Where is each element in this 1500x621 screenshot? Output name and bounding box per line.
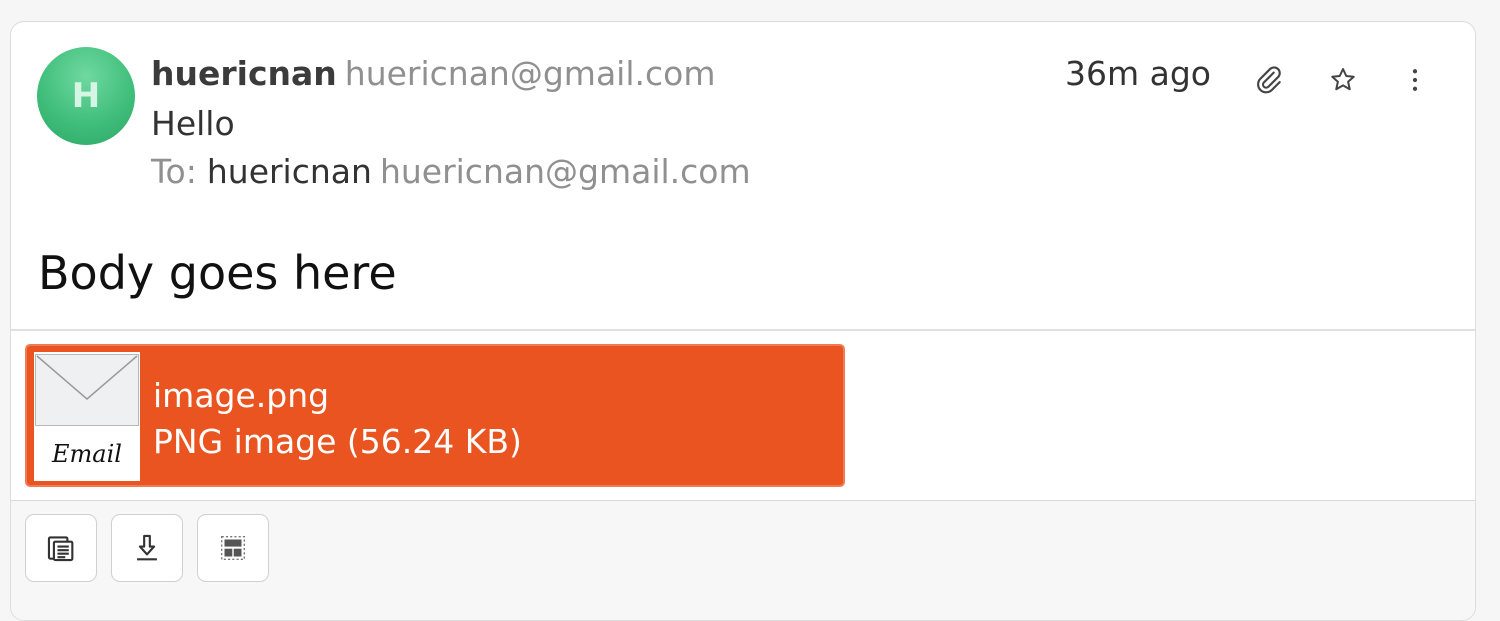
envelope-icon <box>35 354 139 426</box>
recipient-email[interactable]: huericnan@gmail.com <box>380 152 751 191</box>
message-body: Body goes here <box>38 246 397 300</box>
message-toolbar <box>11 501 1475 620</box>
star-icon[interactable] <box>1325 62 1361 98</box>
sender-email[interactable]: huericnan@gmail.com <box>345 54 716 93</box>
recipient-name[interactable]: huericnan <box>207 152 372 191</box>
email-message-card: H huericnan huericnan@gmail.com Hello To:… <box>10 21 1476 621</box>
to-line: To: huericnan huericnan@gmail.com <box>151 150 751 194</box>
view-source-button[interactable] <box>25 514 97 582</box>
layout-button[interactable] <box>197 514 269 582</box>
download-icon <box>137 534 157 561</box>
sender-name[interactable]: huericnan <box>151 54 337 93</box>
attachment-item[interactable]: Email image.png PNG image (56.24 KB) <box>25 344 845 487</box>
thumbnail-label: Email <box>52 440 122 468</box>
avatar-initial: H <box>71 76 101 116</box>
attachment-file-name: image.png <box>153 376 330 415</box>
attachment-file-meta: PNG image (56.24 KB) <box>153 422 522 461</box>
paperclip-icon[interactable] <box>1251 62 1287 98</box>
avatar: H <box>37 47 135 145</box>
download-button[interactable] <box>111 514 183 582</box>
message-timestamp: 36m ago <box>1065 54 1211 93</box>
more-vertical-icon[interactable] <box>1397 62 1433 98</box>
to-label: To: <box>151 152 197 191</box>
attachment-thumbnail: Email <box>34 352 140 481</box>
body-divider <box>11 329 1475 331</box>
message-subject: Hello <box>151 104 235 143</box>
view-source-icon <box>47 536 74 562</box>
layout-icon <box>220 535 246 561</box>
from-line: huericnan huericnan@gmail.com <box>151 52 715 96</box>
